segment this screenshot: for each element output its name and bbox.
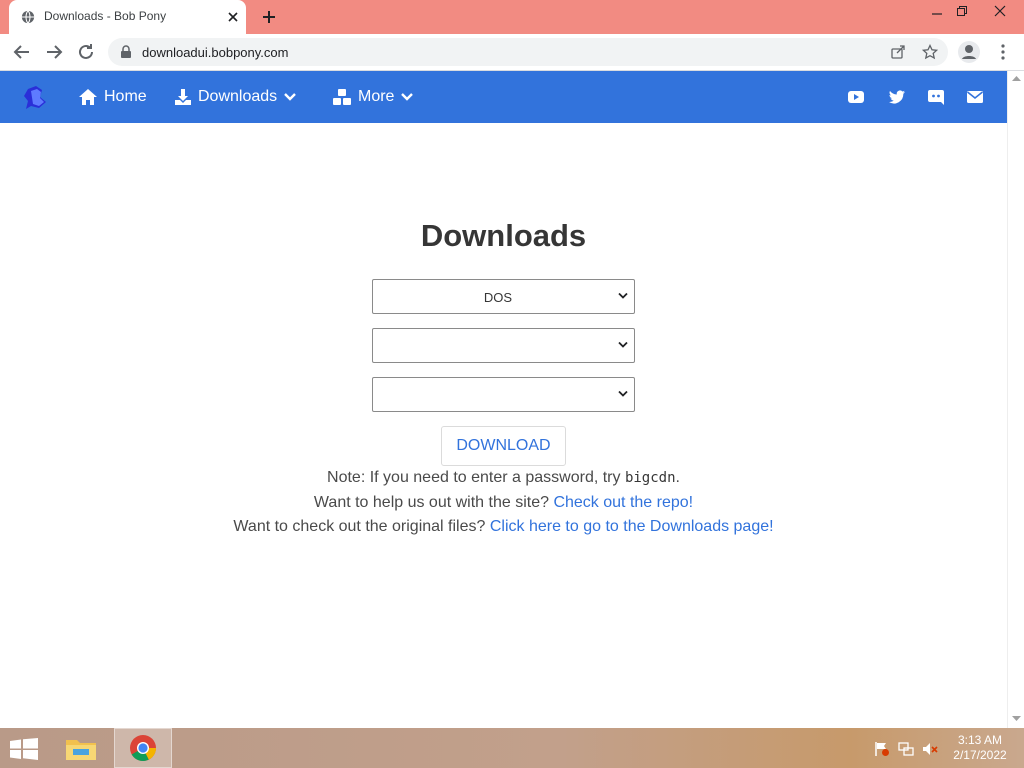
reload-icon[interactable]: [76, 42, 96, 62]
folder-icon: [66, 740, 96, 760]
taskbar-chrome[interactable]: [114, 728, 172, 768]
site-logo[interactable]: [22, 83, 50, 111]
repo-link[interactable]: Check out the repo!: [553, 494, 693, 511]
share-icon[interactable]: [890, 44, 906, 60]
downloads-page-link[interactable]: Click here to go to the Downloads page!: [490, 518, 774, 535]
os-select-value: DOS: [483, 290, 513, 305]
download-button[interactable]: DOWNLOAD: [441, 426, 566, 466]
person-icon: [962, 45, 976, 59]
home-icon: [79, 89, 97, 105]
forward-arrow-icon[interactable]: [44, 42, 64, 62]
taskbar: 3:13 AM 2/17/2022: [0, 728, 1024, 768]
browser-titlebar: Downloads - Bob Pony: [0, 0, 1024, 34]
nav-downloads[interactable]: Downloads: [174, 71, 297, 123]
mail-icon[interactable]: [966, 88, 984, 106]
chrome-icon: [130, 735, 156, 761]
help-text: Want to help us out with the site?: [313, 494, 554, 511]
new-tab-icon[interactable]: [260, 8, 278, 26]
lock-icon[interactable]: [120, 45, 132, 59]
files-text: Want to check out the original files?: [233, 518, 490, 535]
nav-home-label: Home: [104, 88, 147, 105]
windows-start-icon[interactable]: [10, 738, 38, 760]
web-page: Home Downloads More Downloads DOS DOWNLO…: [0, 71, 1007, 728]
volume-muted-icon[interactable]: [922, 741, 938, 757]
nav-more[interactable]: More: [332, 71, 414, 123]
address-bar[interactable]: downloadui.bobpony.com: [108, 38, 948, 66]
files-line: Want to check out the original files? Cl…: [0, 518, 1007, 536]
browser-toolbar: downloadui.bobpony.com: [0, 34, 1024, 71]
profile-avatar[interactable]: [958, 41, 980, 63]
os-select[interactable]: DOS: [372, 279, 635, 314]
help-line: Want to help us out with the site? Check…: [0, 494, 1007, 512]
clock-time: 3:13 AM: [957, 733, 1003, 747]
page-scrollbar[interactable]: [1007, 71, 1024, 728]
bookmark-star-icon[interactable]: [922, 44, 938, 60]
password-note: Note: If you need to enter a password, t…: [0, 469, 1007, 487]
restore-button[interactable]: [945, 0, 979, 22]
password-code: bigcdn: [624, 470, 676, 486]
url-text[interactable]: downloadui.bobpony.com: [142, 45, 288, 60]
twitter-icon[interactable]: [888, 88, 906, 106]
password-note-text: Note: If you need to enter a password, t…: [327, 469, 625, 486]
chevron-down-icon: [284, 93, 297, 101]
chevron-down-icon: [618, 390, 628, 397]
close-window-button[interactable]: [983, 0, 1017, 22]
file-select[interactable]: [372, 377, 635, 412]
action-center-flag-icon[interactable]: [874, 741, 890, 757]
version-select[interactable]: [372, 328, 635, 363]
globe-icon: [21, 10, 35, 24]
discord-icon[interactable]: [927, 88, 945, 106]
tab-title: Downloads - Bob Pony: [44, 9, 167, 23]
nav-home[interactable]: Home: [78, 71, 147, 123]
download-icon: [175, 89, 191, 105]
taskbar-clock[interactable]: 3:13 AM 2/17/2022: [944, 733, 1016, 763]
close-tab-icon[interactable]: [225, 9, 241, 25]
browser-menu-icon[interactable]: [994, 43, 1012, 61]
password-note-end: .: [675, 469, 680, 486]
youtube-icon[interactable]: [847, 88, 865, 106]
chevron-down-icon: [618, 292, 628, 299]
clock-date: 2/17/2022: [953, 748, 1007, 762]
chevron-down-icon: [401, 93, 414, 101]
scroll-down-icon[interactable]: [1012, 716, 1021, 722]
scroll-up-icon[interactable]: [1012, 75, 1021, 81]
browser-tab[interactable]: Downloads - Bob Pony: [9, 0, 246, 34]
nav-downloads-label: Downloads: [198, 88, 278, 105]
network-icon[interactable]: [898, 741, 914, 757]
nav-more-label: More: [358, 88, 395, 105]
page-title: Downloads: [420, 218, 587, 253]
chevron-down-icon: [618, 341, 628, 348]
taskbar-file-explorer[interactable]: [52, 728, 110, 768]
site-navbar: Home Downloads More: [0, 71, 1007, 123]
back-arrow-icon[interactable]: [12, 42, 32, 62]
cubes-icon: [333, 89, 351, 105]
